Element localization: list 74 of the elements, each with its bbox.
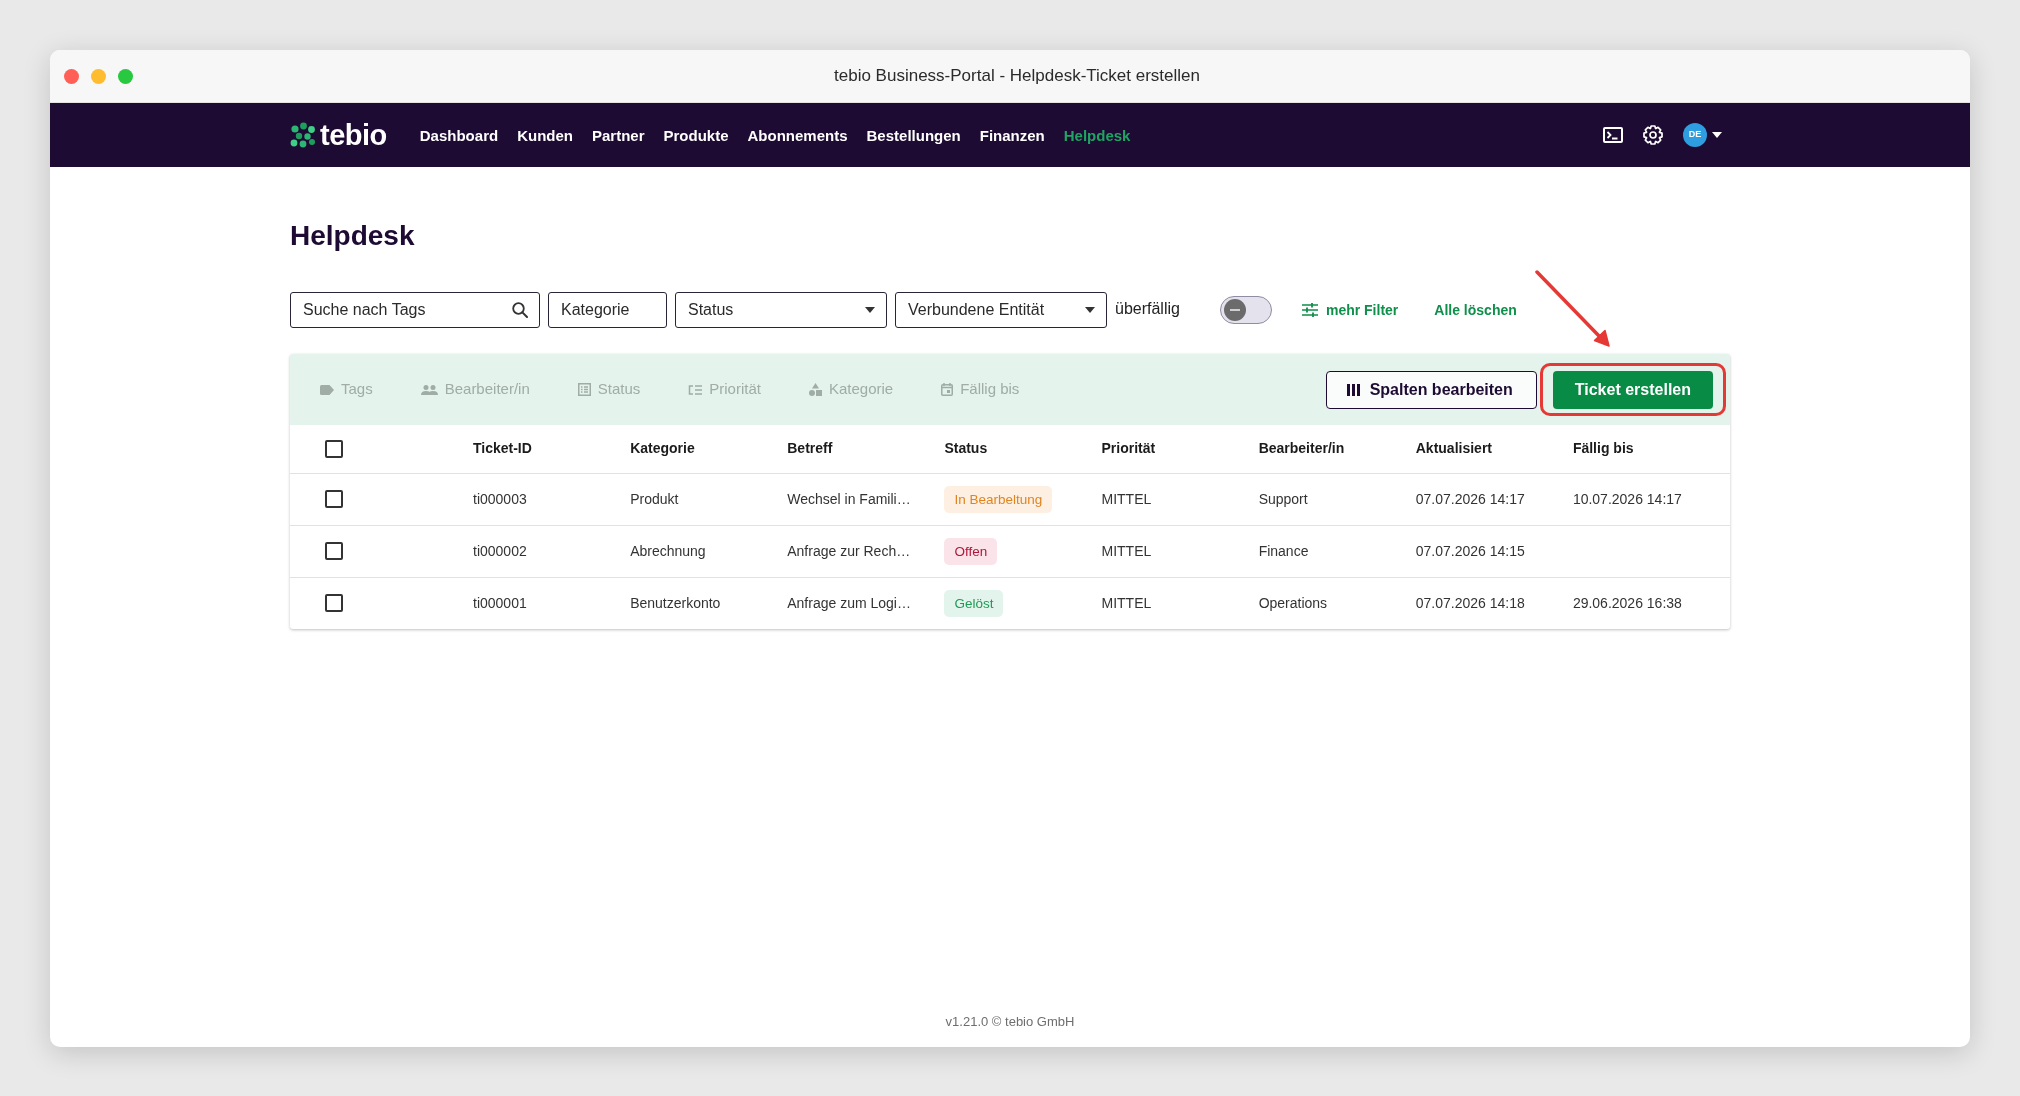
select-all-checkbox[interactable] xyxy=(325,439,343,458)
row-checkbox[interactable] xyxy=(325,542,343,560)
column-header: Aktualisiert xyxy=(1415,440,1492,457)
list-icon xyxy=(577,383,591,396)
table-cell: 07.07.2026 14:18 xyxy=(1415,594,1525,611)
column-header: Fällig bis xyxy=(1572,440,1634,457)
toggle-label: überfällig xyxy=(1115,299,1180,319)
table-cell: ti000003 xyxy=(473,490,527,507)
status-badge: In Bearbeltung xyxy=(944,485,1053,513)
caret-icon[interactable] xyxy=(1712,132,1722,138)
clear-all-link[interactable]: Alle löschen xyxy=(1434,299,1517,321)
table-cell: ti000001 xyxy=(473,594,527,611)
more-filters-link[interactable]: mehr Filter xyxy=(1301,299,1399,321)
nav-link[interactable]: Abonnements xyxy=(747,125,848,148)
column-header: Bearbeiter/in xyxy=(1258,440,1345,457)
create-ticket-button[interactable]: Ticket erstellen xyxy=(1552,371,1713,409)
caret-icon[interactable] xyxy=(1085,307,1095,313)
filter-dropdown[interactable]: Status xyxy=(675,292,887,328)
table-cell: Produkt xyxy=(630,490,679,507)
toggle-switch[interactable] xyxy=(1219,296,1272,324)
nav-link[interactable]: Produkte xyxy=(663,125,729,148)
column-header: Kategorie xyxy=(630,440,695,457)
people-icon xyxy=(420,384,438,395)
filter-dropdown[interactable]: Verbundene Entität xyxy=(895,292,1107,328)
shapes-icon xyxy=(808,383,822,396)
nav-link[interactable]: Partner xyxy=(591,125,645,148)
column-header: Priorität xyxy=(1101,440,1156,457)
table-cell: Anfrage zum Logi… xyxy=(787,594,911,611)
terminal-icon[interactable] xyxy=(1603,127,1623,143)
nav-link[interactable]: Dashboard xyxy=(419,125,499,148)
table-cell: 07.07.2026 14:17 xyxy=(1415,490,1525,507)
table-cell: ti000002 xyxy=(473,542,527,559)
tag-icon xyxy=(320,384,334,395)
nav-link[interactable]: Finanzen xyxy=(979,125,1045,148)
table-cell: Anfrage zur Rech… xyxy=(787,542,911,559)
table-cell: 29.06.2026 16:38 xyxy=(1572,594,1682,611)
table-cell: Abrechnung xyxy=(630,542,706,559)
calendar-icon xyxy=(941,383,954,396)
search-icon[interactable] xyxy=(512,302,528,318)
nav-link[interactable]: Kunden xyxy=(517,125,573,148)
table-cell: Operations xyxy=(1258,594,1328,611)
caret-icon[interactable] xyxy=(865,307,875,313)
table-cell: MITTEL xyxy=(1101,490,1152,507)
page-title: Helpdesk xyxy=(290,219,416,253)
nav-link[interactable]: Helpdesk xyxy=(1063,125,1131,148)
table-cell: Finance xyxy=(1258,542,1309,559)
row-checkbox[interactable] xyxy=(325,594,343,613)
table-cell: MITTEL xyxy=(1101,594,1152,611)
table-cell: 07.07.2026 14:15 xyxy=(1415,542,1525,559)
brand-link[interactable]: tebio xyxy=(290,120,387,150)
settings-icon[interactable] xyxy=(1643,125,1663,145)
search-field[interactable]: Suche nach Tags xyxy=(290,292,540,328)
logo-icon xyxy=(290,122,316,148)
copyright-text: v1.21.0 © tebio GmbH xyxy=(945,1014,1075,1029)
column-header: Status xyxy=(944,440,988,457)
table-cell: Wechsel in Famili… xyxy=(787,490,911,507)
columns-icon xyxy=(1346,383,1360,396)
lines-icon xyxy=(688,384,703,395)
table-cell: Benutzerkonto xyxy=(630,594,721,611)
status-badge: Gelöst xyxy=(944,589,1004,617)
edit-columns-button[interactable]: Spalten bearbeiten xyxy=(1325,370,1537,409)
table-cell: 10.07.2026 14:17 xyxy=(1572,490,1682,507)
status-badge: Offen xyxy=(944,537,998,565)
sliders-icon xyxy=(1301,303,1318,317)
column-header: Betreff xyxy=(787,440,833,457)
table-cell: MITTEL xyxy=(1101,542,1152,559)
nav-link[interactable]: Bestellungen xyxy=(866,125,961,148)
window-title: tebio Business-Portal - Helpdesk-Ticket erstellen xyxy=(834,65,1200,88)
window-close-icon[interactable] xyxy=(64,68,79,84)
table-cell: Support xyxy=(1258,490,1308,507)
column-header: Ticket-ID xyxy=(473,440,532,457)
row-checkbox[interactable] xyxy=(325,490,343,508)
filter-field[interactable]: Kategorie xyxy=(548,292,667,328)
user-avatar[interactable]: DE xyxy=(1683,123,1707,147)
